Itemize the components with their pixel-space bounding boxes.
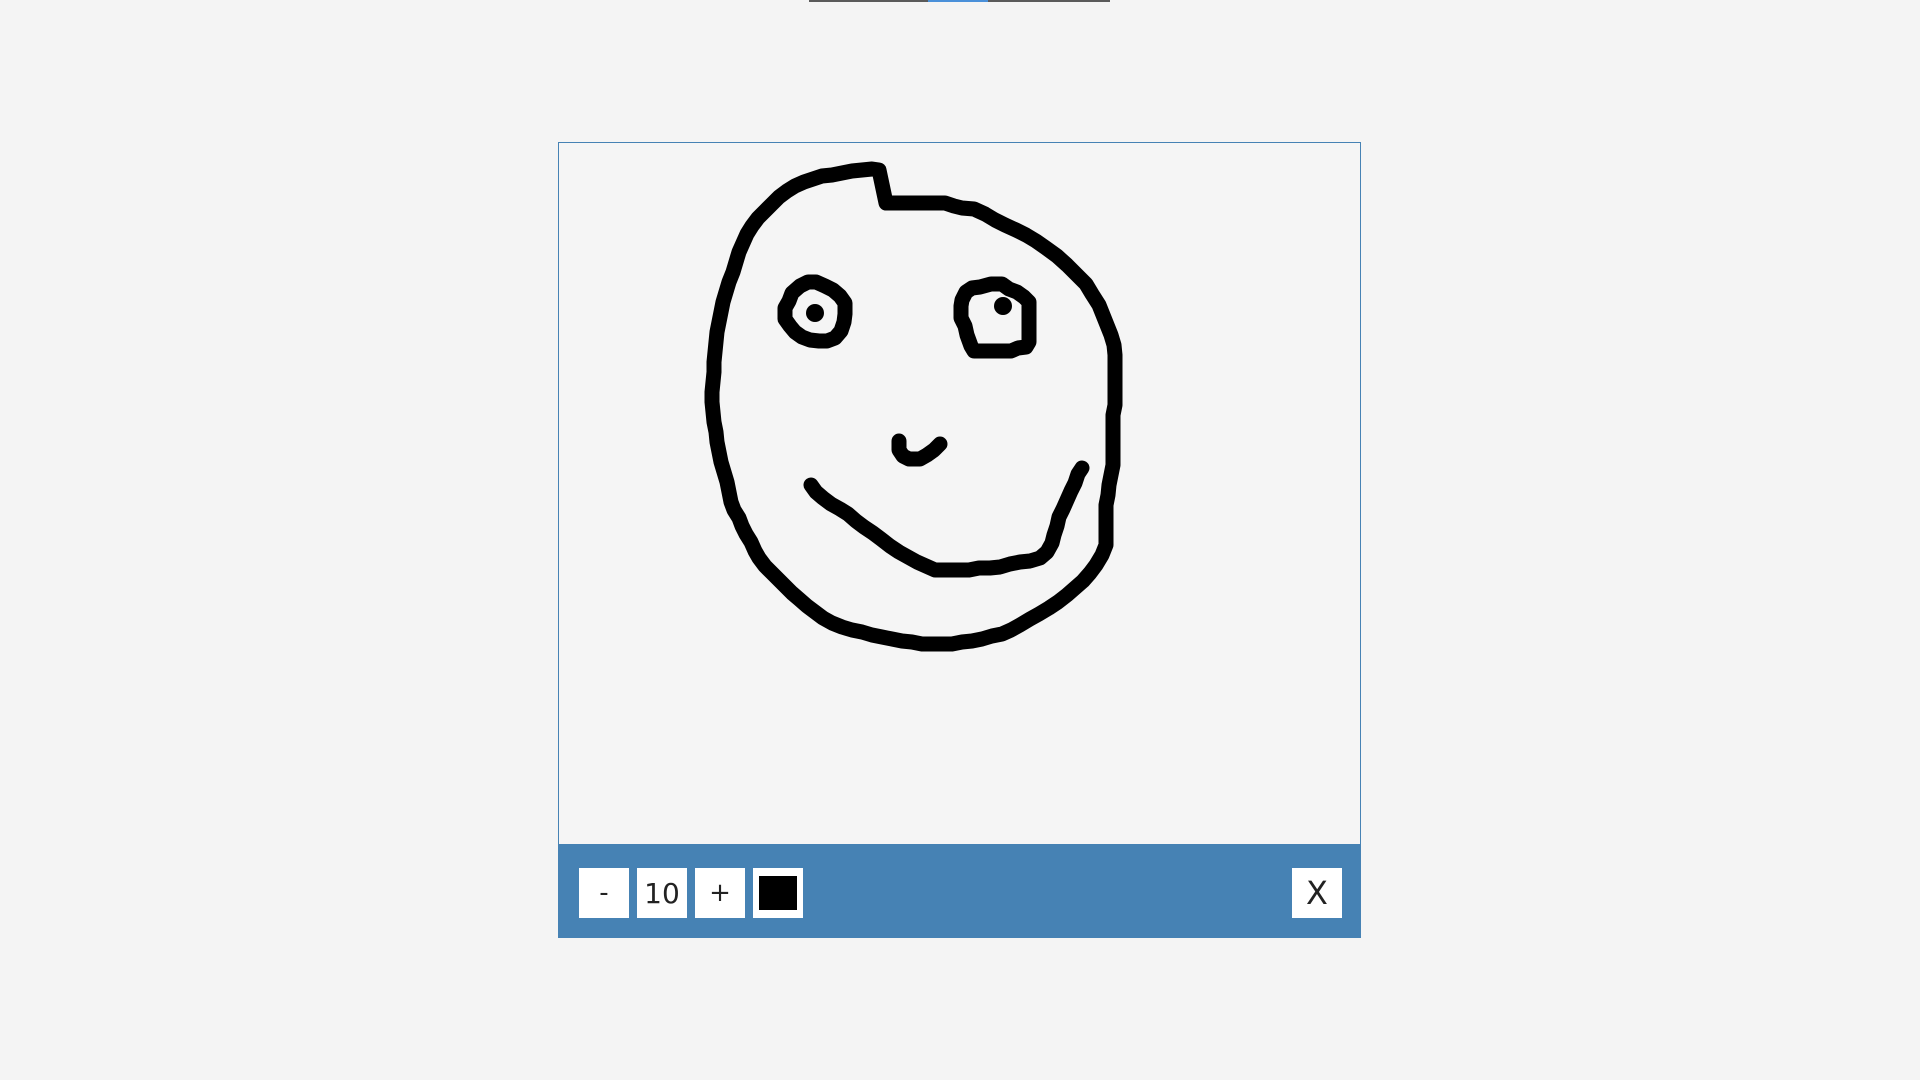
top-indicator-bar (809, 0, 1110, 2)
stroke-nose (891, 433, 948, 467)
stroke-right-eye (953, 276, 1037, 359)
increase-brush-size-button[interactable]: + (695, 868, 745, 918)
paint-toolbar: - 10 + X (559, 844, 1360, 937)
stroke-smile (803, 460, 1090, 578)
drawing-canvas[interactable] (559, 143, 1360, 844)
decrease-brush-size-button[interactable]: - (579, 868, 629, 918)
paint-window: - 10 + X (558, 142, 1361, 938)
drawing-canvas-svg (704, 161, 1123, 652)
close-button[interactable]: X (1292, 868, 1342, 918)
color-swatch-icon (759, 876, 797, 910)
stroke-left-pupil (806, 304, 824, 322)
brush-size-display: 10 (637, 868, 687, 918)
stroke-face-outline (704, 161, 1123, 652)
top-indicator-accent (928, 0, 988, 2)
stroke-right-pupil (994, 297, 1012, 315)
color-picker-button[interactable] (753, 868, 803, 918)
